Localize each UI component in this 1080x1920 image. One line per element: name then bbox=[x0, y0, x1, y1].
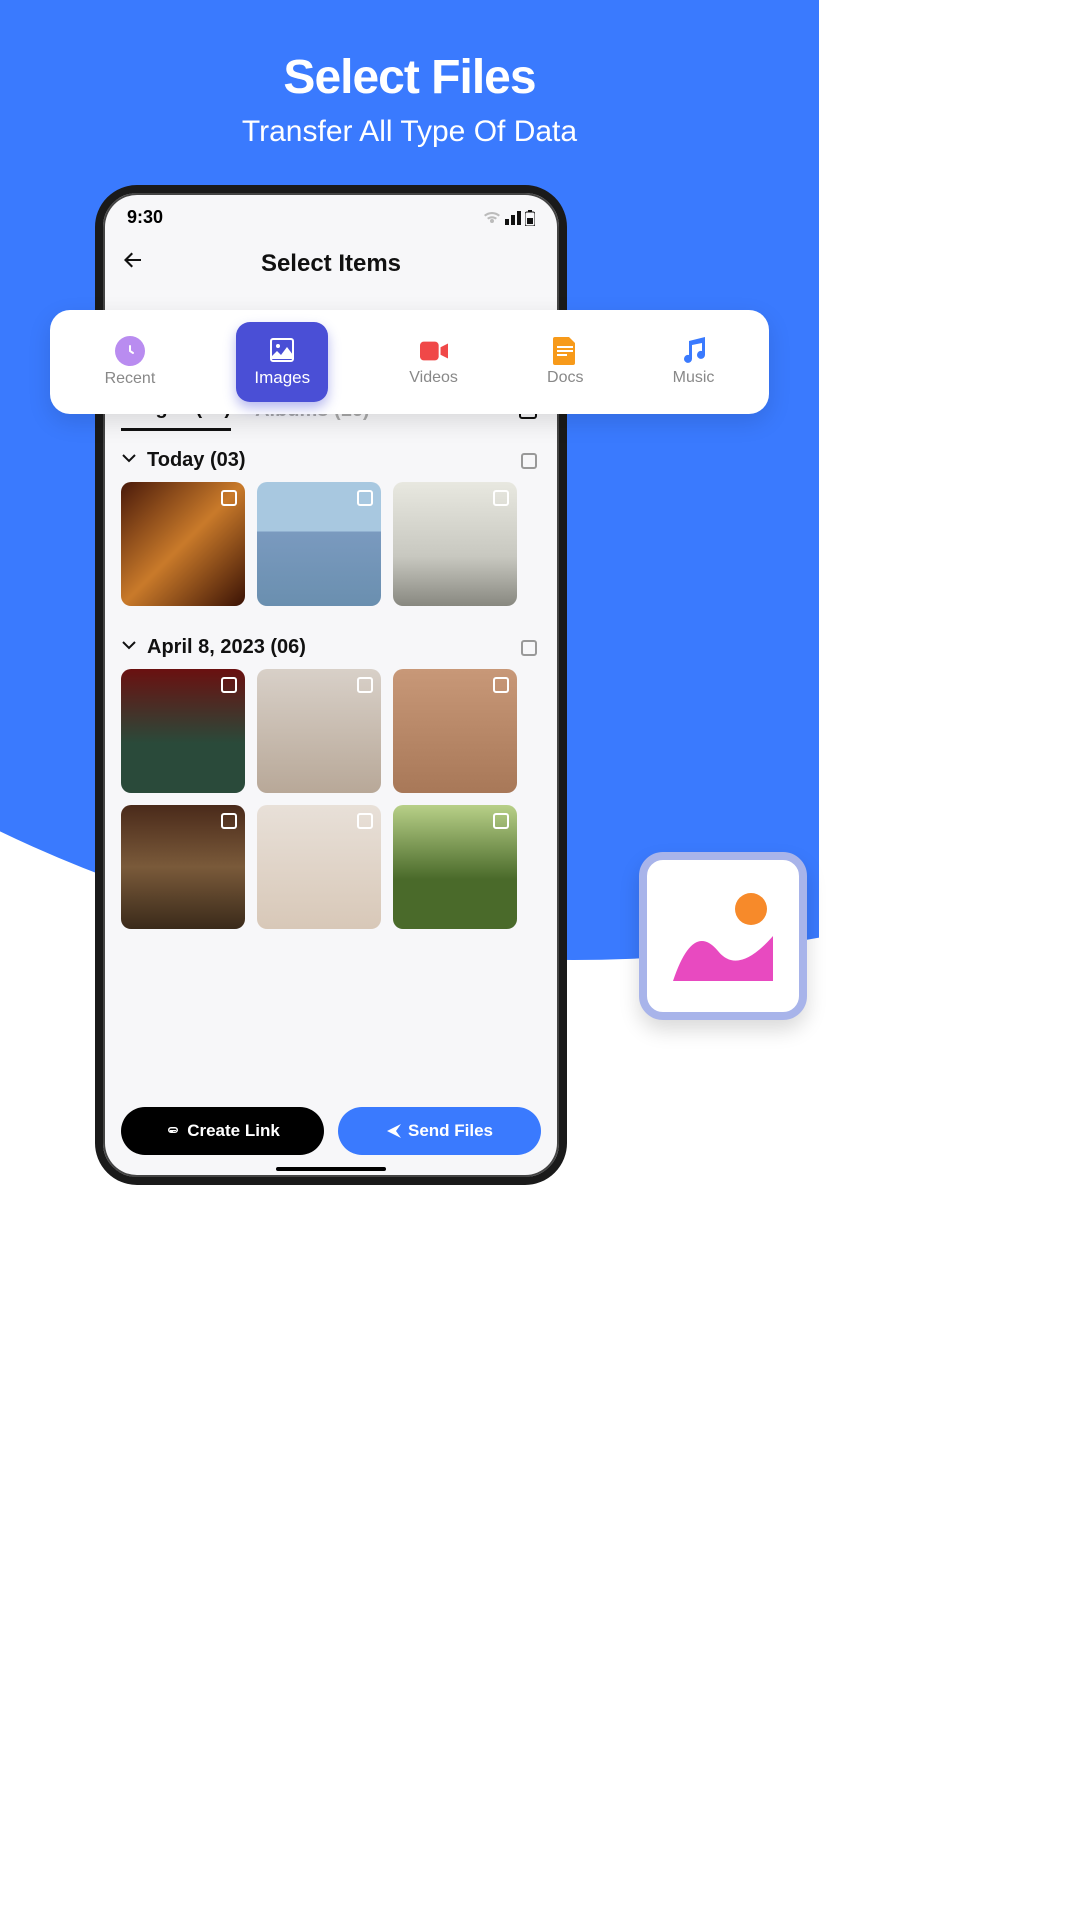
clock-icon bbox=[115, 336, 145, 366]
category-recent[interactable]: Recent bbox=[97, 332, 164, 392]
video-icon bbox=[420, 337, 448, 365]
category-videos[interactable]: Videos bbox=[401, 333, 466, 391]
image-icon bbox=[268, 336, 296, 364]
decorative-image-card bbox=[639, 852, 807, 1020]
category-music[interactable]: Music bbox=[665, 333, 723, 391]
send-files-label: Send Files bbox=[408, 1121, 493, 1141]
image-thumb[interactable] bbox=[121, 482, 245, 606]
image-thumb[interactable] bbox=[121, 805, 245, 929]
image-thumb[interactable] bbox=[257, 805, 381, 929]
thumb-row bbox=[103, 482, 559, 606]
thumb-checkbox[interactable] bbox=[221, 677, 237, 693]
section-checkbox[interactable] bbox=[521, 453, 537, 469]
status-icons bbox=[483, 210, 535, 226]
thumb-checkbox[interactable] bbox=[357, 813, 373, 829]
thumb-checkbox[interactable] bbox=[493, 490, 509, 506]
image-thumb[interactable] bbox=[393, 805, 517, 929]
wifi-icon bbox=[483, 211, 501, 225]
category-bar: Recent Images Videos Docs Music bbox=[50, 310, 769, 414]
link-icon bbox=[165, 1123, 181, 1139]
docs-icon bbox=[551, 337, 579, 365]
thumb-checkbox[interactable] bbox=[221, 813, 237, 829]
section-header-date[interactable]: April 8, 2023 (06) bbox=[103, 618, 559, 669]
section-header-today[interactable]: Today (03) bbox=[103, 431, 559, 482]
section-title: Today (03) bbox=[147, 449, 246, 472]
page-title: Select Items bbox=[103, 250, 559, 278]
image-thumb[interactable] bbox=[121, 669, 245, 793]
category-label: Recent bbox=[105, 370, 156, 388]
section-checkbox[interactable] bbox=[521, 640, 537, 656]
image-thumb[interactable] bbox=[393, 482, 517, 606]
signal-icon bbox=[505, 211, 521, 225]
thumb-checkbox[interactable] bbox=[221, 490, 237, 506]
image-thumb[interactable] bbox=[393, 669, 517, 793]
category-label: Music bbox=[673, 369, 715, 387]
hero-title: Select Files bbox=[0, 50, 819, 105]
thumb-row bbox=[103, 805, 559, 929]
music-icon bbox=[680, 337, 708, 365]
status-bar: 9:30 bbox=[103, 193, 559, 232]
home-indicator[interactable] bbox=[276, 1167, 386, 1171]
category-docs[interactable]: Docs bbox=[539, 333, 591, 391]
create-link-label: Create Link bbox=[187, 1121, 280, 1141]
image-thumb[interactable] bbox=[257, 482, 381, 606]
thumb-checkbox[interactable] bbox=[493, 677, 509, 693]
category-images[interactable]: Images bbox=[236, 322, 328, 402]
section-title: April 8, 2023 (06) bbox=[147, 636, 306, 659]
thumb-row bbox=[103, 669, 559, 793]
status-time: 9:30 bbox=[127, 207, 163, 228]
app-header: Select Items bbox=[103, 232, 559, 289]
action-bar: Create Link Send Files bbox=[121, 1107, 541, 1155]
image-thumb[interactable] bbox=[257, 669, 381, 793]
thumb-checkbox[interactable] bbox=[493, 813, 509, 829]
hero-subtitle: Transfer All Type Of Data bbox=[0, 115, 819, 149]
send-files-button[interactable]: Send Files bbox=[338, 1107, 541, 1155]
send-icon bbox=[386, 1123, 402, 1139]
category-label: Videos bbox=[409, 369, 458, 387]
thumb-checkbox[interactable] bbox=[357, 490, 373, 506]
picture-icon bbox=[663, 881, 783, 991]
category-label: Docs bbox=[547, 369, 583, 387]
chevron-down-icon bbox=[121, 637, 137, 658]
category-label: Images bbox=[254, 368, 310, 388]
create-link-button[interactable]: Create Link bbox=[121, 1107, 324, 1155]
battery-icon bbox=[525, 210, 535, 226]
chevron-down-icon bbox=[121, 450, 137, 471]
thumb-checkbox[interactable] bbox=[357, 677, 373, 693]
